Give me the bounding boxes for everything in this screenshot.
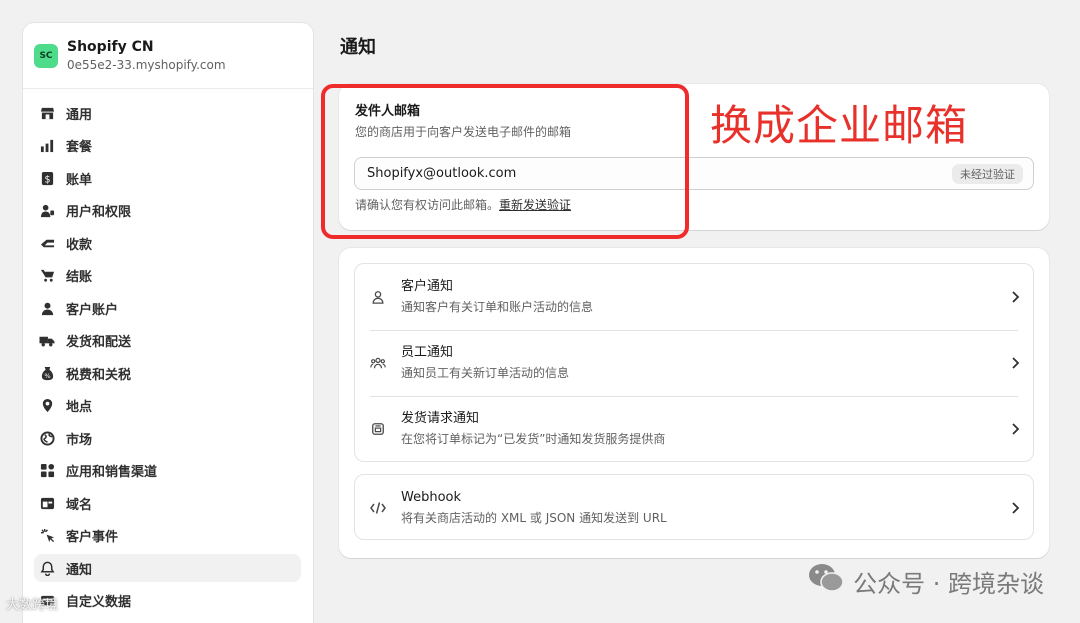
person-icon xyxy=(39,300,55,316)
sidebar-item-label: 客户账户 xyxy=(66,302,119,318)
row-title: 员工通知 xyxy=(401,345,454,360)
fulfillment-request-notifications-row[interactable]: 发货请求通知 在您将订单标记为“已发货”时通知发货服务提供商 xyxy=(355,396,1033,462)
sidebar-item-markets[interactable]: 市场 xyxy=(34,424,301,452)
store-name: Shopify CN xyxy=(67,38,154,55)
store-avatar: SC xyxy=(34,43,58,68)
sidebar-item-label: 域名 xyxy=(66,497,93,513)
sidebar-item-label: 用户和权限 xyxy=(66,205,132,220)
row-title: 发货请求通知 xyxy=(401,411,480,426)
code-icon xyxy=(370,500,386,516)
sidebar-item-custom-data[interactable]: 自定义数据 xyxy=(34,587,301,615)
sidebar-item-label: 自定义数据 xyxy=(66,595,132,610)
sidebar-item-label: 账单 xyxy=(66,172,93,188)
chevron-right-icon xyxy=(1007,500,1023,516)
sidebar-item-label: 通知 xyxy=(66,562,93,578)
chevron-right-icon xyxy=(1007,421,1023,437)
svg-text:$: $ xyxy=(44,174,50,185)
payments-icon xyxy=(39,235,55,251)
wechat-watermark: 公众号 · 跨境杂谈 xyxy=(807,562,1044,600)
sidebar-item-label: 结账 xyxy=(66,270,93,285)
notifications-card: 客户通知 通知客户有关订单和账户活动的信息 员工通知 通知员工有关新订单活动的信… xyxy=(339,248,1049,558)
sidebar-item-checkout[interactable]: 结账 xyxy=(34,262,301,290)
sidebar-item-plan[interactable]: 套餐 xyxy=(34,132,301,160)
settings-sidebar: SC Shopify CN 0e55e2-33.myshopify.com 通用… xyxy=(22,22,314,623)
webhook-row[interactable]: Webhook 将有关商店活动的 XML 或 JSON 通知发送到 URL xyxy=(355,475,1033,541)
sidebar-item-billing[interactable]: $ 账单 xyxy=(34,164,301,192)
store-icon xyxy=(39,105,55,121)
plan-chart-icon xyxy=(39,138,55,154)
sidebar-item-locations[interactable]: 地点 xyxy=(34,392,301,420)
corner-watermark: 大数跨境 xyxy=(6,598,59,613)
sidebar-item-customer-events[interactable]: 客户事件 xyxy=(34,522,301,550)
sidebar-item-label: 客户事件 xyxy=(66,530,119,545)
users-icon xyxy=(39,203,55,219)
sidebar-item-label: 套餐 xyxy=(66,140,93,155)
settings-page: SC Shopify CN 0e55e2-33.myshopify.com 通用… xyxy=(0,0,1080,623)
sidebar-item-label: 通用 xyxy=(66,107,93,123)
sidebar-item-customer-accounts[interactable]: 客户账户 xyxy=(34,294,301,322)
store-domain: 0e55e2-33.myshopify.com xyxy=(67,57,226,72)
globe-icon xyxy=(39,430,55,446)
fulfillment-request-icon xyxy=(370,421,386,437)
page-title: 通知 xyxy=(340,37,376,58)
sidebar-item-notifications[interactable]: 通知 xyxy=(34,554,301,582)
row-subtitle: 通知员工有关新订单活动的信息 xyxy=(401,366,570,380)
apps-icon xyxy=(39,463,55,479)
store-header[interactable]: SC Shopify CN 0e55e2-33.myshopify.com xyxy=(23,23,313,89)
notification-list: 客户通知 通知客户有关订单和账户活动的信息 员工通知 通知员工有关新订单活动的信… xyxy=(354,263,1034,462)
bell-icon xyxy=(39,560,55,576)
cursor-click-icon xyxy=(39,528,55,544)
sidebar-item-general[interactable]: 通用 xyxy=(34,99,301,127)
tax-icon: % xyxy=(39,365,55,381)
domain-icon xyxy=(39,495,55,511)
cart-icon xyxy=(39,268,55,284)
annotation-text: 换成企业邮箱 xyxy=(710,101,969,150)
person-outline-icon xyxy=(370,289,386,305)
row-subtitle: 在您将订单标记为“已发货”时通知发货服务提供商 xyxy=(401,432,666,446)
location-pin-icon xyxy=(39,398,55,414)
sidebar-item-label: 发货和配送 xyxy=(66,335,132,350)
highlight-box xyxy=(321,84,689,239)
chevron-right-icon xyxy=(1007,355,1023,371)
sidebar-item-label: 税费和关税 xyxy=(66,367,132,383)
staff-group-icon xyxy=(370,355,386,371)
sidebar-item-apps[interactable]: 应用和销售渠道 xyxy=(34,457,301,485)
row-subtitle: 将有关商店活动的 XML 或 JSON 通知发送到 URL xyxy=(401,511,667,525)
sidebar-item-users[interactable]: 用户和权限 xyxy=(34,197,301,225)
svg-text:%: % xyxy=(44,372,50,380)
row-title: 客户通知 xyxy=(401,279,454,294)
staff-notifications-row[interactable]: 员工通知 通知员工有关新订单活动的信息 xyxy=(355,330,1033,396)
status-badge: 未经过验证 xyxy=(952,163,1023,184)
chevron-right-icon xyxy=(1007,289,1023,305)
sidebar-item-label: 地点 xyxy=(66,400,93,415)
sidebar-item-shipping[interactable]: 发货和配送 xyxy=(34,327,301,355)
customer-notifications-row[interactable]: 客户通知 通知客户有关订单和账户活动的信息 xyxy=(355,264,1033,330)
sidebar-item-payments[interactable]: 收款 xyxy=(34,229,301,257)
sidebar-item-label: 市场 xyxy=(66,432,93,448)
row-title: Webhook xyxy=(401,490,462,505)
sidebar-item-taxes[interactable]: % 税费和关税 xyxy=(34,359,301,387)
webhook-list: Webhook 将有关商店活动的 XML 或 JSON 通知发送到 URL xyxy=(354,474,1034,540)
row-subtitle: 通知客户有关订单和账户活动的信息 xyxy=(401,300,594,314)
billing-icon: $ xyxy=(39,170,55,186)
watermark-text: 公众号 · 跨境杂谈 xyxy=(853,569,1044,598)
truck-icon xyxy=(39,333,55,349)
sidebar-item-domains[interactable]: 域名 xyxy=(34,489,301,517)
settings-nav: 通用 套餐 $ 账单 用户和权限 收款 结账 客户账户 发货和配送 % 税费和关… xyxy=(23,89,313,615)
wechat-logo-icon xyxy=(807,562,845,600)
sidebar-item-label: 应用和销售渠道 xyxy=(66,465,158,480)
sidebar-item-label: 收款 xyxy=(66,237,93,253)
